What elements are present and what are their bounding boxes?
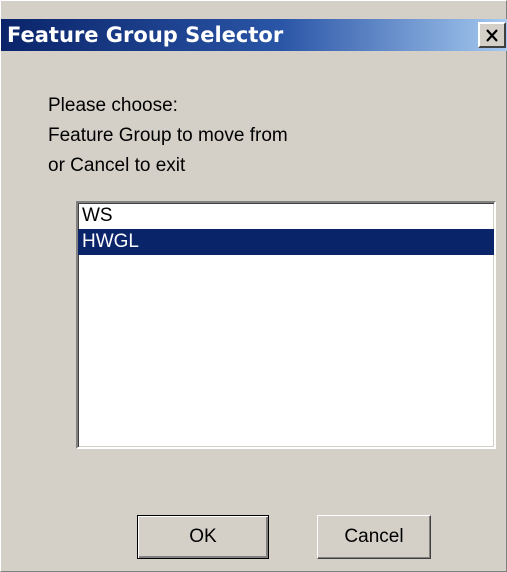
prompt-line: Please choose: [48,95,178,116]
prompt-line: Feature Group to move from [48,125,288,146]
cancel-button[interactable]: Cancel [317,515,431,559]
list-item-ws[interactable]: WS [78,203,494,229]
close-icon [486,28,498,42]
list-item-hwgl[interactable]: HWGL [78,229,494,255]
close-button[interactable] [478,22,506,48]
feature-group-listbox[interactable]: WS HWGL [76,201,496,449]
prompt-line: or Cancel to exit [48,155,186,176]
dialog-window: Feature Group Selector Please choose: Fe… [0,0,507,572]
ok-button[interactable]: OK [137,515,269,559]
dialog-title: Feature Group Selector [7,23,284,47]
prompt-text: Please choose: Feature Group to move fro… [48,91,288,181]
title-bar[interactable]: Feature Group Selector [1,19,507,51]
